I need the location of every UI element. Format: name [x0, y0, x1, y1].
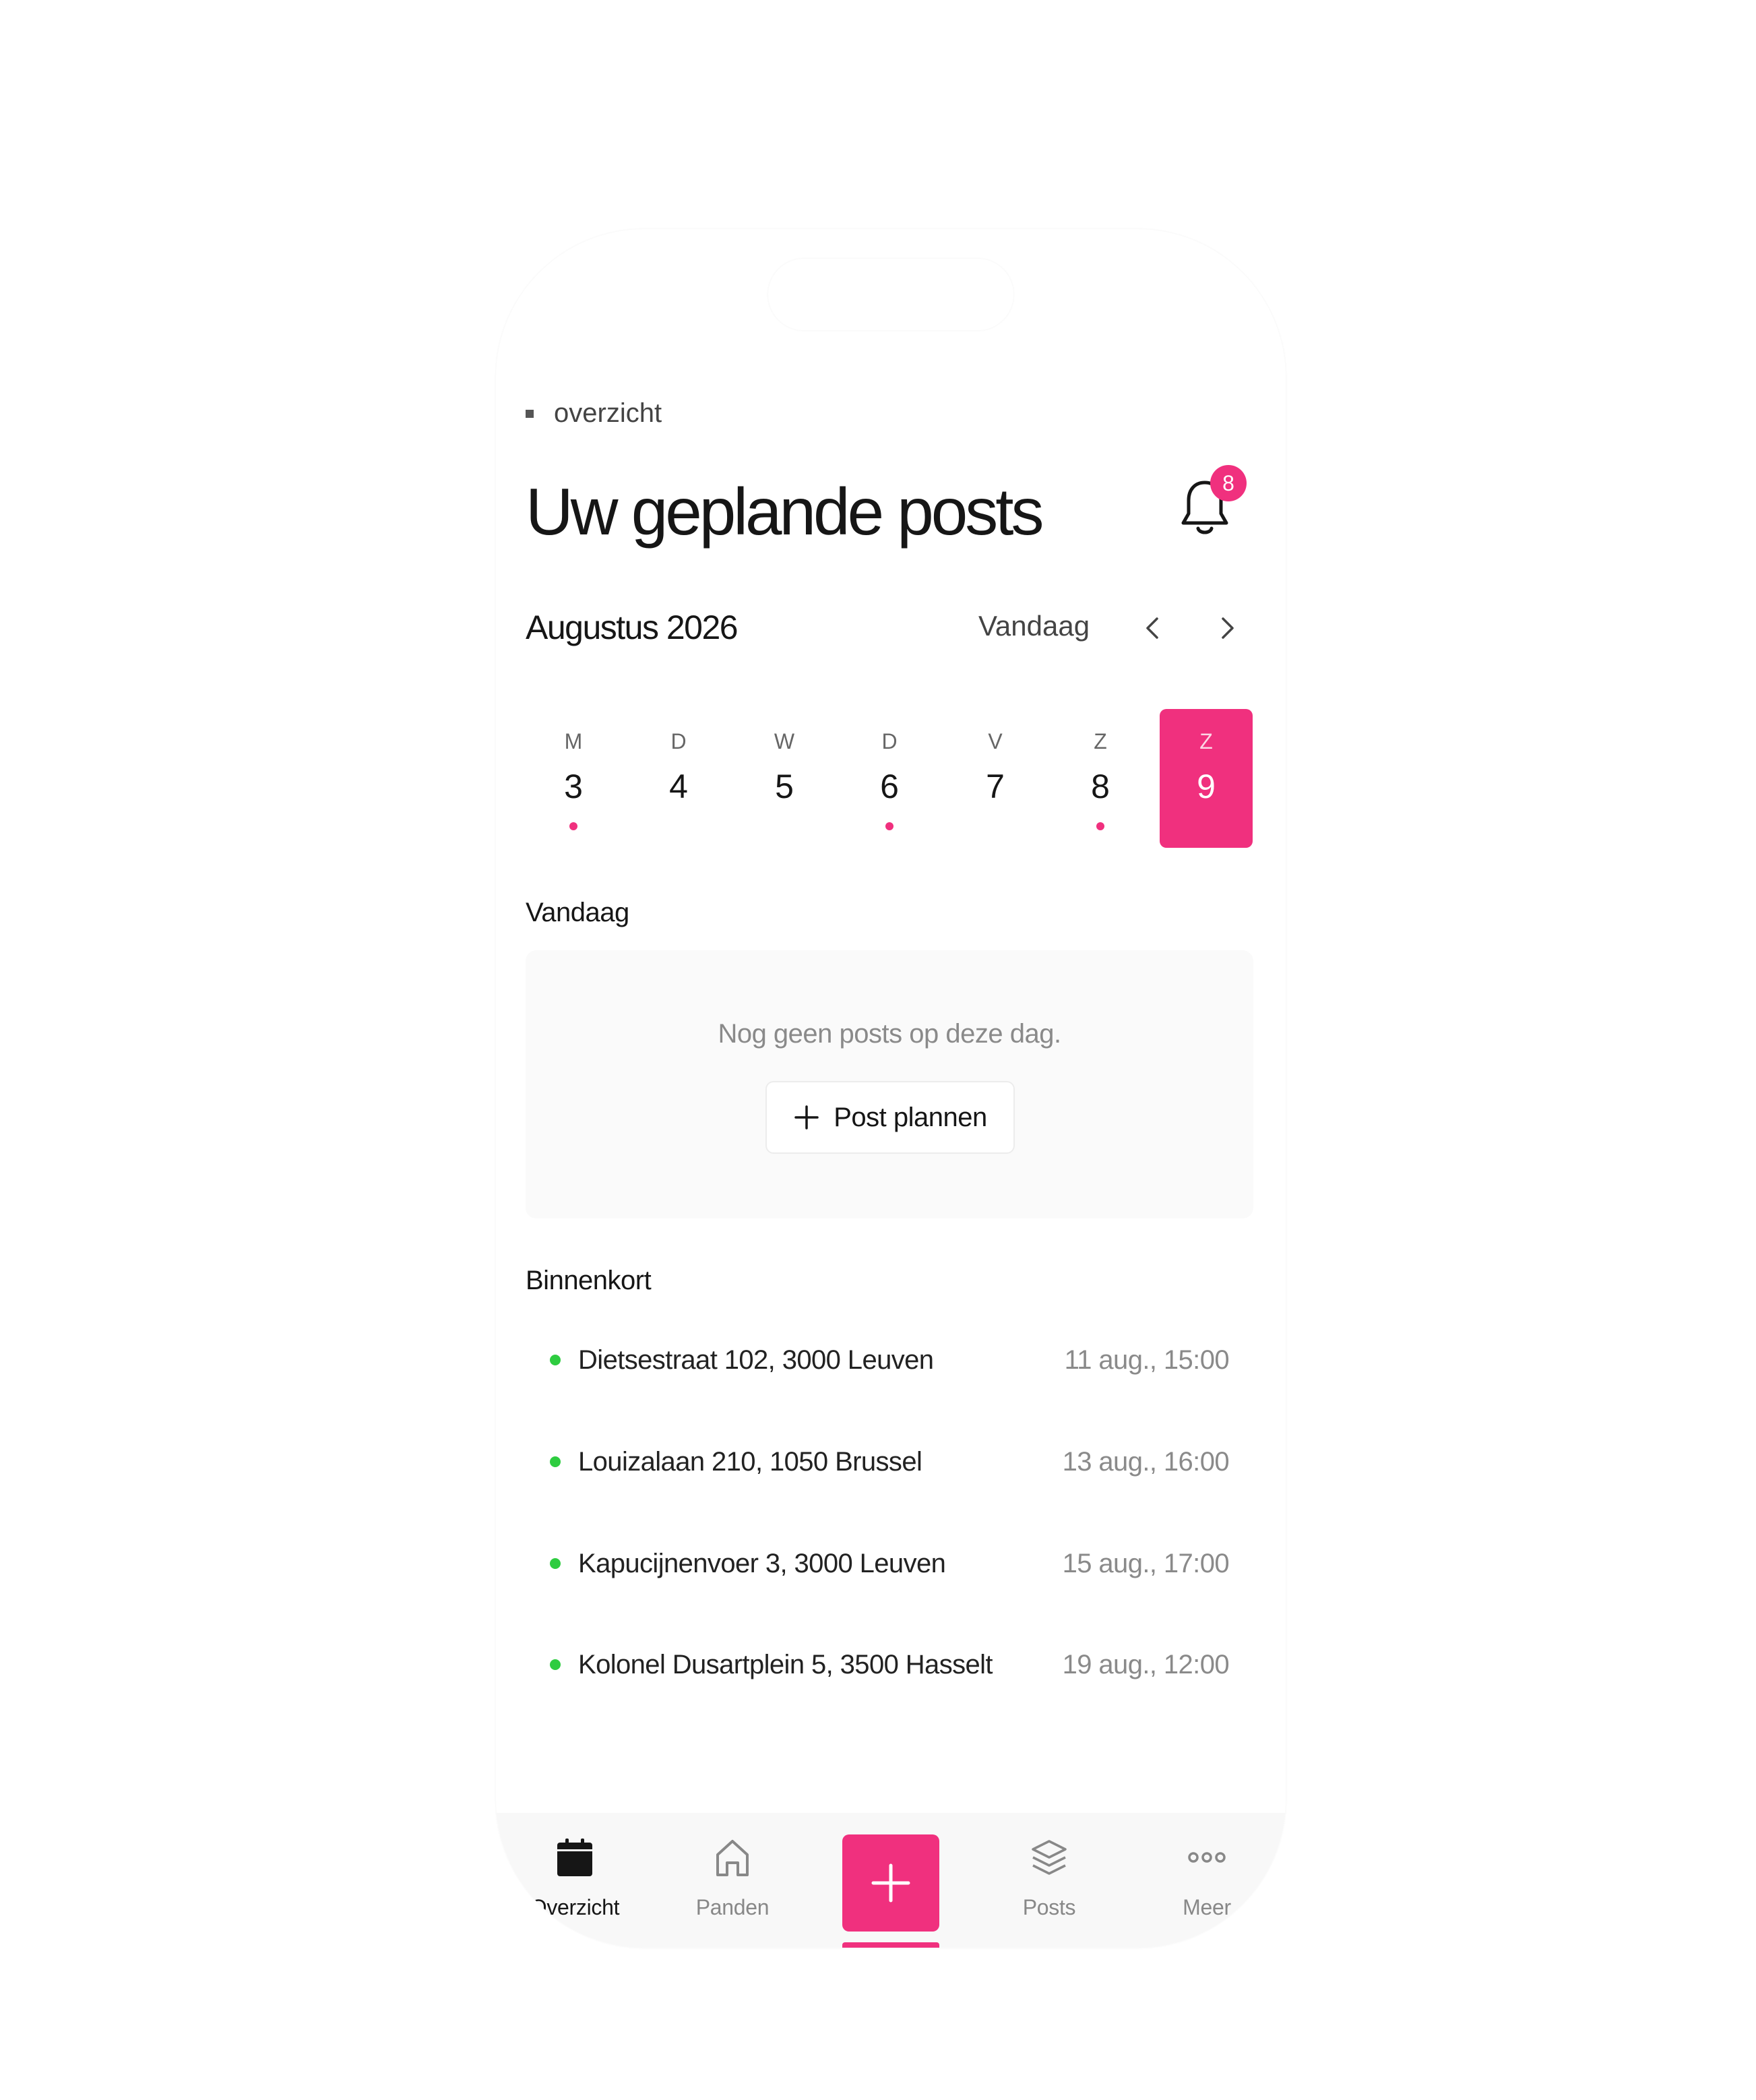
post-indicator-dot: [569, 822, 577, 830]
layers-icon: [1032, 1840, 1067, 1875]
chevron-right-icon[interactable]: [1213, 615, 1240, 642]
day-cell[interactable]: D 6: [843, 709, 936, 848]
tab-posts[interactable]: Posts: [970, 1813, 1128, 1948]
tab-label: Panden: [695, 1895, 770, 1919]
upcoming-address: Louizalaan 210, 1050 Brussel: [578, 1447, 922, 1477]
status-dot: [550, 1558, 561, 1569]
upcoming-datetime: 19 aug., 12:00: [1062, 1650, 1230, 1679]
day-weekday: D: [881, 729, 898, 753]
day-weekday: D: [670, 729, 687, 753]
day-weekday: W: [774, 729, 795, 753]
chevron-left-icon[interactable]: [1140, 615, 1167, 642]
breadcrumb: overzicht: [526, 396, 662, 430]
day-number: 4: [669, 768, 688, 805]
day-weekday: Z: [1094, 729, 1107, 753]
day-cell[interactable]: Z 8: [1054, 709, 1147, 848]
day-cell[interactable]: V 7: [949, 709, 1042, 848]
upcoming-address: Dietsestraat 102, 3000 Leuven: [578, 1345, 934, 1375]
upcoming-address: Kolonel Dusartplein 5, 3500 Hasselt: [578, 1650, 993, 1679]
empty-state-text: Nog geen posts op deze dag.: [718, 1019, 1061, 1049]
today-section-label: Vandaag: [526, 898, 629, 927]
plus-icon: [871, 1863, 910, 1903]
day-number: 5: [775, 768, 794, 805]
calendar-month-label: Augustus 2026: [526, 609, 739, 646]
day-weekday: V: [988, 729, 1003, 753]
upcoming-datetime: 13 aug., 16:00: [1062, 1447, 1230, 1477]
upcoming-list-item[interactable]: Kolonel Dusartplein 5, 3500 Hasselt 19 a…: [526, 1630, 1253, 1697]
upcoming-address: Kapucijnenvoer 3, 3000 Leuven: [578, 1549, 946, 1578]
tab-meer[interactable]: Meer: [1128, 1813, 1286, 1948]
create-post-fab[interactable]: [842, 1834, 939, 1932]
dynamic-island: [768, 259, 1013, 330]
tab-panden[interactable]: Panden: [654, 1813, 811, 1948]
bottom-tab-bar: Overzicht Panden Posts Meer: [496, 1813, 1286, 1948]
fab-indicator-bar: [842, 1942, 939, 1948]
tab-label: Posts: [1022, 1895, 1076, 1919]
day-weekday: M: [564, 729, 583, 753]
upcoming-datetime: 15 aug., 17:00: [1062, 1549, 1230, 1578]
upcoming-section-label: Binnenkort: [526, 1266, 652, 1295]
page-title: Uw geplande posts: [526, 474, 1044, 549]
day-number: 7: [986, 768, 1005, 805]
plus-icon: [794, 1105, 819, 1130]
plan-post-button[interactable]: Post plannen: [765, 1081, 1015, 1154]
status-dot: [550, 1456, 561, 1467]
notification-badge: 8: [1210, 465, 1247, 501]
day-number: 3: [564, 768, 583, 805]
status-dot: [550, 1659, 561, 1670]
day-cell-selected[interactable]: Z 9: [1160, 709, 1253, 848]
more-icon: [1188, 1852, 1226, 1863]
day-weekday: Z: [1199, 729, 1213, 753]
status-dot: [550, 1355, 561, 1365]
tab-label: Overzicht: [530, 1895, 620, 1919]
plan-post-button-label: Post plannen: [834, 1102, 987, 1132]
today-empty-state: Nog geen posts op deze dag. Post plannen: [526, 950, 1253, 1218]
upcoming-list-item[interactable]: Dietsestraat 102, 3000 Leuven 11 aug., 1…: [526, 1325, 1253, 1392]
day-cell[interactable]: W 5: [738, 709, 831, 848]
tab-label: Meer: [1183, 1895, 1231, 1919]
day-number: 9: [1197, 768, 1216, 805]
home-icon: [716, 1840, 749, 1876]
week-strip: M 3 D 4 W 5 D 6 V 7 Z 8 Z 9: [526, 709, 1253, 848]
post-indicator-dot: [885, 822, 893, 830]
upcoming-list-item[interactable]: Kapucijnenvoer 3, 3000 Leuven 15 aug., 1…: [526, 1528, 1253, 1596]
tab-overzicht[interactable]: Overzicht: [496, 1813, 654, 1948]
upcoming-list-item[interactable]: Louizalaan 210, 1050 Brussel 13 aug., 16…: [526, 1427, 1253, 1494]
day-cell[interactable]: M 3: [527, 709, 620, 848]
phone-frame: overzicht Uw geplande posts 8 Augustus 2…: [496, 229, 1286, 1948]
breadcrumb-bullet-icon: [526, 410, 534, 418]
day-number: 8: [1091, 768, 1110, 805]
upcoming-datetime: 11 aug., 15:00: [1064, 1345, 1230, 1375]
post-indicator-dot: [1096, 822, 1104, 830]
calendar-icon: [557, 1839, 592, 1876]
breadcrumb-label: overzicht: [554, 398, 662, 428]
today-button[interactable]: Vandaag: [978, 612, 1090, 640]
day-number: 6: [880, 768, 899, 805]
day-cell[interactable]: D 4: [632, 709, 725, 848]
